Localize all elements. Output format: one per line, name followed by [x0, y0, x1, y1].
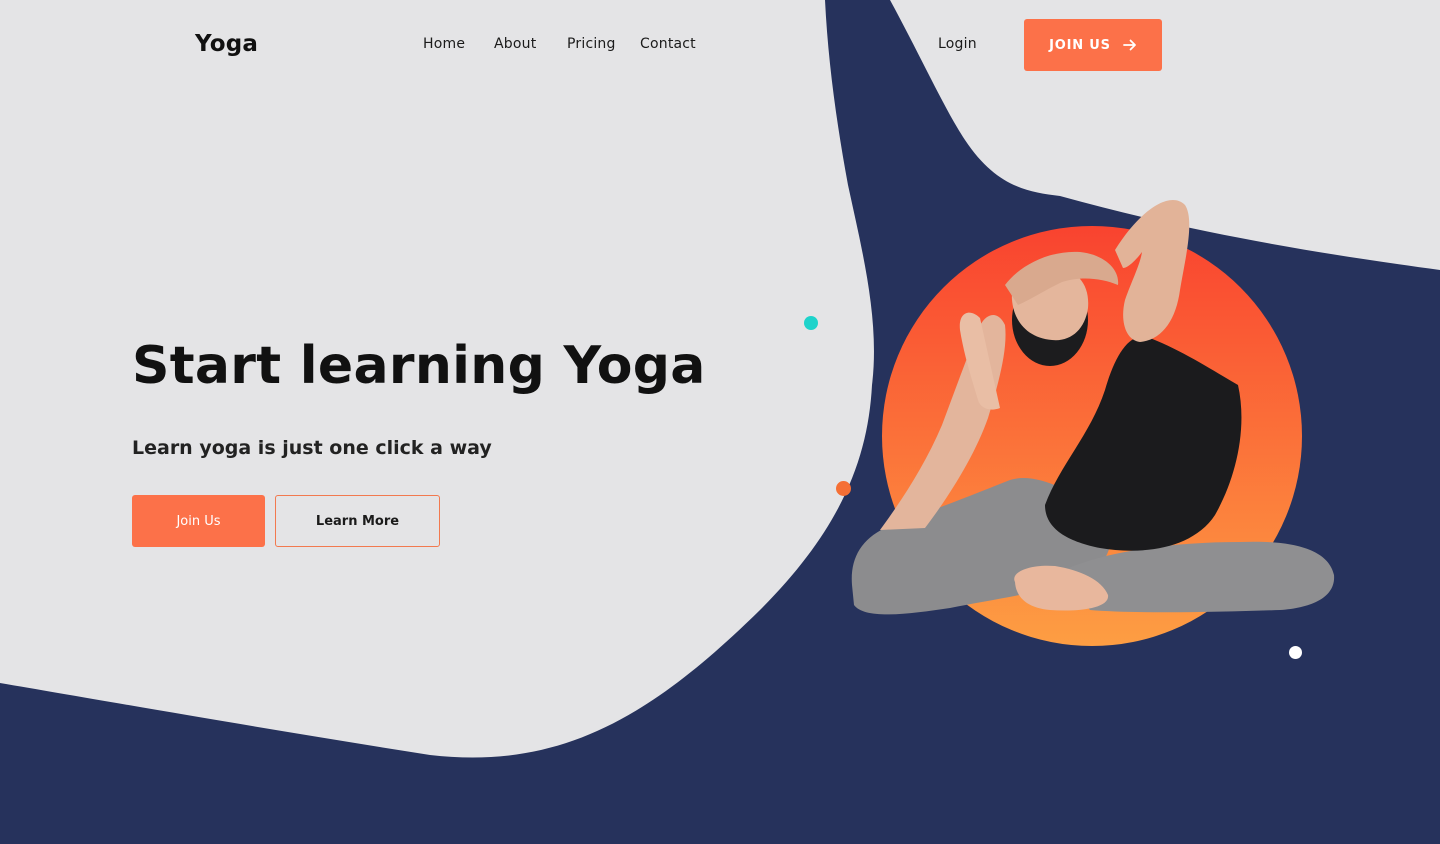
join-us-button[interactable]: JOIN US [1024, 19, 1162, 71]
hero-join-button[interactable]: Join Us [132, 495, 265, 547]
hero-illustration [851, 200, 1335, 646]
login-link[interactable]: Login [938, 36, 977, 52]
hero-title: Start learning Yoga [132, 336, 706, 396]
hero-subtitle: Learn yoga is just one click a way [132, 437, 492, 459]
join-us-label: JOIN US [1049, 37, 1111, 53]
nav-about[interactable]: About [494, 36, 536, 52]
white-dot [1289, 646, 1302, 659]
learn-more-button[interactable]: Learn More [275, 495, 440, 547]
teal-dot [804, 316, 818, 330]
orange-dot [836, 481, 851, 496]
nav-contact[interactable]: Contact [640, 36, 696, 52]
logo[interactable]: Yoga [195, 31, 258, 57]
nav-home[interactable]: Home [423, 36, 465, 52]
nav-pricing[interactable]: Pricing [567, 36, 616, 52]
arrow-right-icon [1122, 38, 1137, 52]
